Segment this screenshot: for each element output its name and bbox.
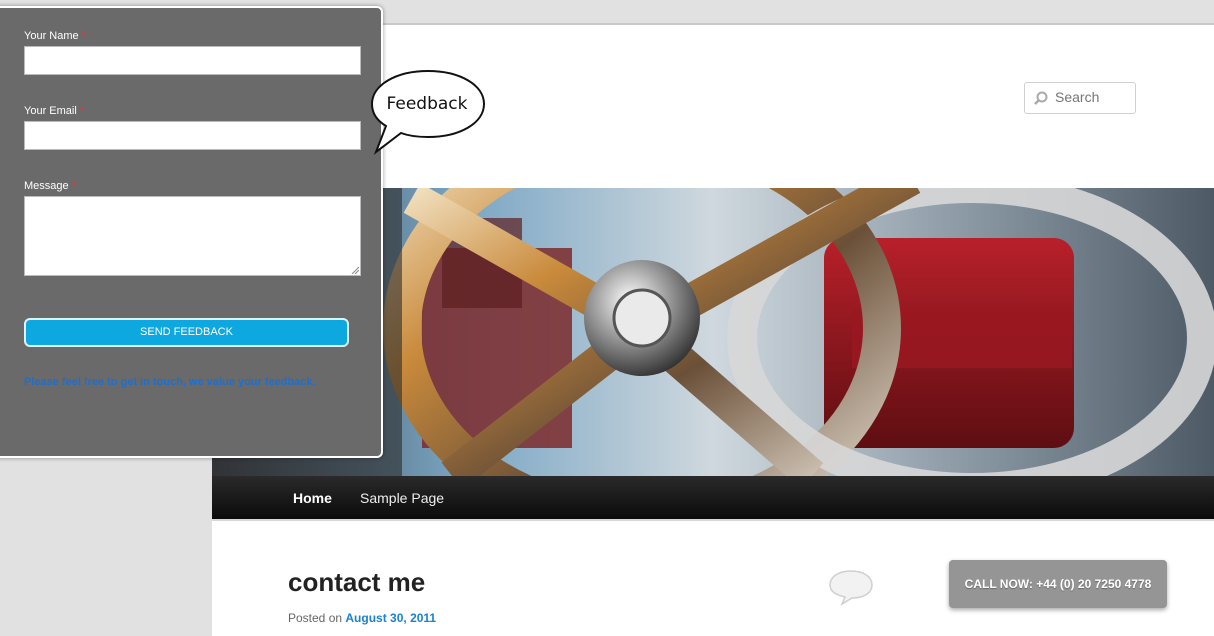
email-label: Your Email * <box>24 105 84 117</box>
feedback-panel: Your Name * Your Email * Message * SEND … <box>0 6 383 458</box>
search-input[interactable] <box>1055 89 1133 105</box>
nav-item-home[interactable]: Home <box>293 490 332 506</box>
name-field[interactable] <box>24 46 361 75</box>
posted-prefix: Posted on <box>288 611 343 625</box>
search-icon <box>1034 91 1048 105</box>
nav-item-sample-page[interactable]: Sample Page <box>360 490 444 506</box>
resize-grip-icon[interactable] <box>351 266 359 274</box>
main-navigation: Home Sample Page <box>212 476 1214 519</box>
send-feedback-button[interactable]: SEND FEEDBACK <box>24 318 349 347</box>
message-field[interactable] <box>24 196 361 276</box>
feedback-note: Please feel free to get in touch, we val… <box>24 376 316 388</box>
required-mark: * <box>81 30 86 42</box>
message-label: Message * <box>24 180 76 192</box>
page-title: contact me <box>288 567 426 597</box>
search-box[interactable] <box>1024 82 1136 114</box>
call-now-button[interactable]: CALL NOW: +44 (0) 20 7250 4778 <box>949 560 1167 608</box>
required-mark: * <box>71 180 76 192</box>
nav-divider <box>212 519 1214 521</box>
name-label: Your Name * <box>24 30 86 42</box>
email-label-text: Your Email <box>24 105 77 117</box>
post-date-link[interactable]: August 30, 2011 <box>345 611 436 625</box>
name-label-text: Your Name <box>24 30 79 42</box>
required-mark: * <box>79 105 85 117</box>
comment-bubble-icon[interactable] <box>828 568 874 606</box>
post-meta: Posted on August 30, 2011 <box>288 611 436 625</box>
email-field[interactable] <box>24 121 361 150</box>
feedback-tab-label[interactable]: Feedback <box>372 94 482 114</box>
message-label-text: Message <box>24 180 69 192</box>
